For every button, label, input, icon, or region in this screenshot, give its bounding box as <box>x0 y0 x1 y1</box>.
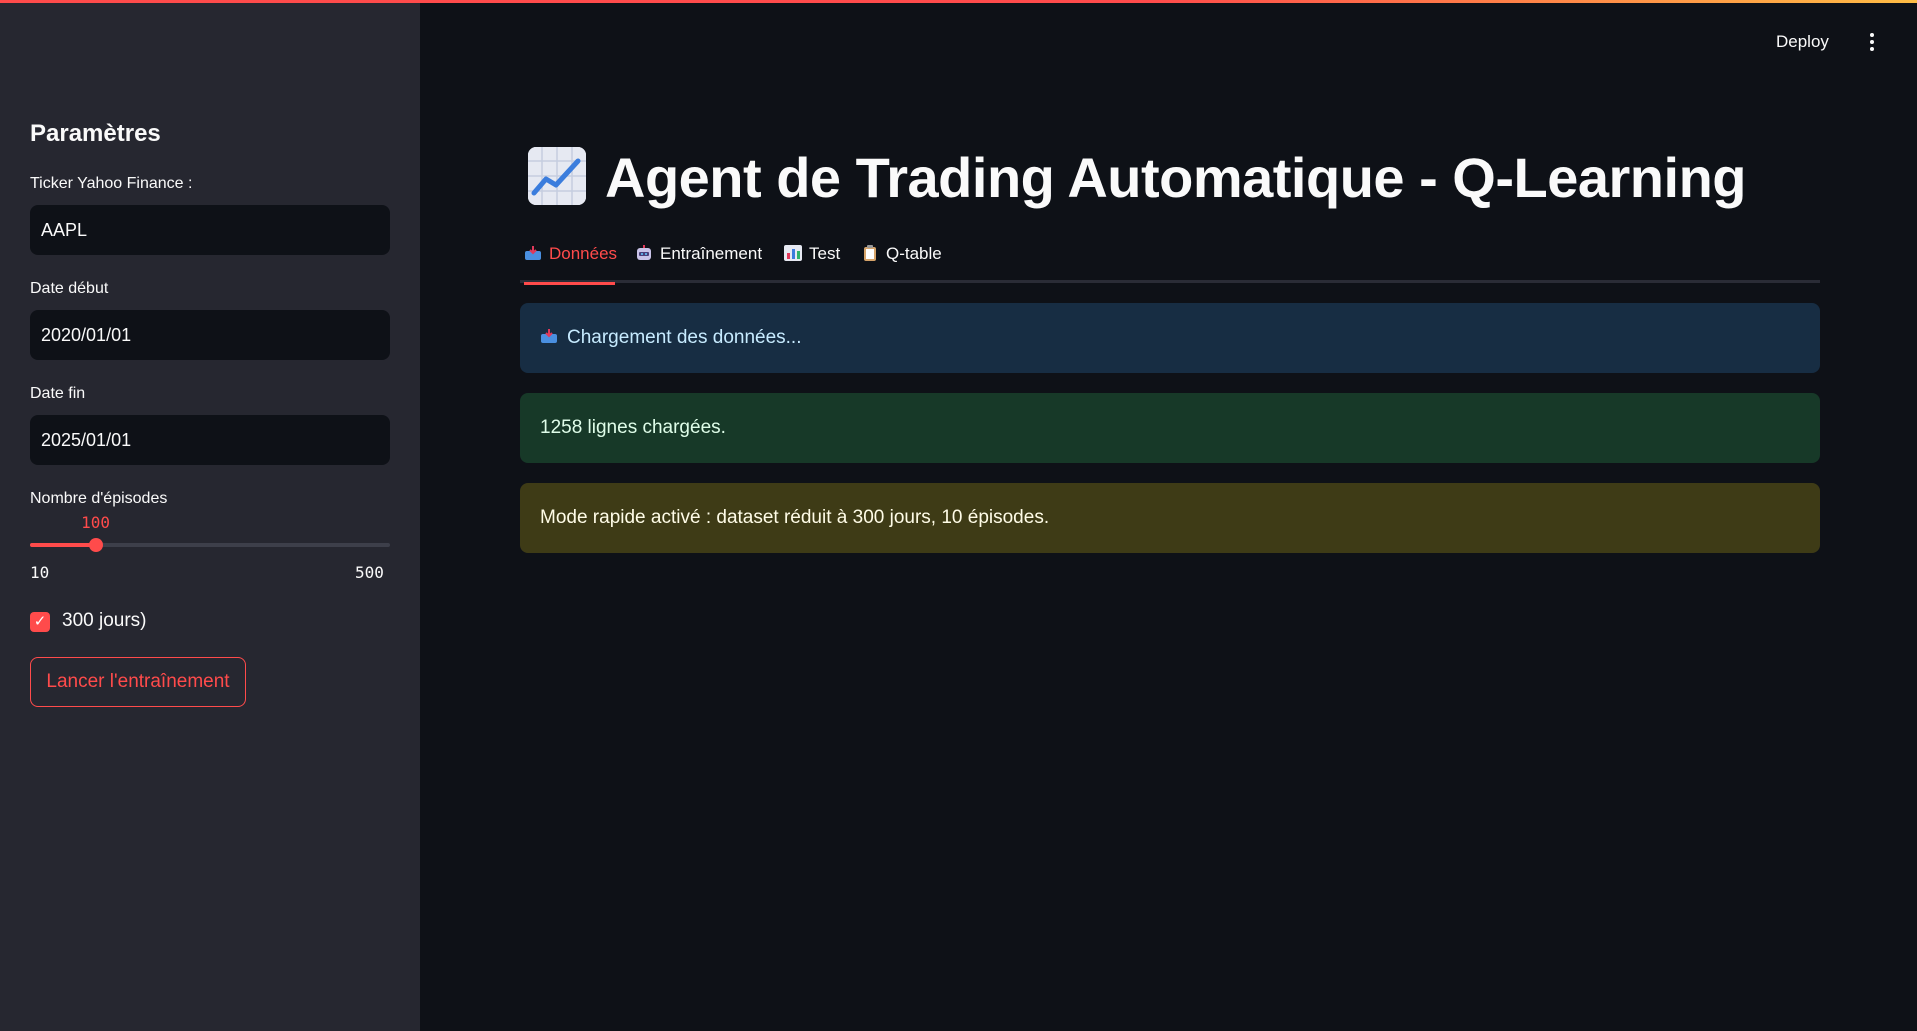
fast-mode-label: 300 jours) <box>62 610 147 631</box>
robot-icon <box>635 245 653 261</box>
sidebar: Paramètres Ticker Yahoo Finance : Date d… <box>0 0 420 1031</box>
tab-label: Données <box>549 244 618 263</box>
info-alert-text: Chargement des données... <box>567 327 802 348</box>
tab-label: Entraînement <box>660 244 763 263</box>
start-date-label: Date début <box>30 280 109 297</box>
info-alert: Chargement des données... <box>520 303 1820 373</box>
checkmark-icon: ✓ <box>33 613 47 630</box>
end-date-label: Date fin <box>30 385 86 402</box>
episodes-slider-track[interactable] <box>30 543 390 547</box>
train-button[interactable]: Lancer l'entraînement <box>30 657 246 707</box>
episodes-label: Nombre d'épisodes <box>30 490 168 507</box>
inbox-tray-icon <box>524 245 542 261</box>
tab-donnees[interactable]: Données <box>524 244 618 285</box>
ticker-input[interactable] <box>30 205 390 255</box>
clipboard-icon <box>861 245 879 261</box>
sidebar-title: Paramètres <box>30 120 161 147</box>
warning-alert-text: Mode rapide activé : dataset réduit à 30… <box>540 507 1050 528</box>
episodes-slider-fill <box>30 543 97 547</box>
tab-label: Test <box>809 244 841 263</box>
ticker-label: Ticker Yahoo Finance : <box>30 175 193 192</box>
active-tab-indicator <box>524 282 615 285</box>
episodes-slider-thumb[interactable] <box>89 538 104 552</box>
page-title: Agent de Trading Automatique - Q-Learnin… <box>605 146 1746 209</box>
bar-chart-icon <box>784 245 802 261</box>
tab-q-table[interactable]: Q-table <box>861 244 942 283</box>
start-date-input[interactable] <box>30 310 390 360</box>
more-vertical-icon[interactable] <box>1862 30 1882 58</box>
episodes-slider-min: 10 <box>30 563 50 582</box>
tab-test[interactable]: Test <box>784 244 840 283</box>
inbox-tray-icon <box>540 304 558 343</box>
success-alert: 1258 lignes chargées. <box>520 393 1820 463</box>
tab-entrainement[interactable]: Entraînement <box>635 244 762 283</box>
warning-alert: Mode rapide activé : dataset réduit à 30… <box>520 483 1820 553</box>
tab-label: Q-table <box>886 244 942 263</box>
end-date-input[interactable] <box>30 415 390 465</box>
episodes-slider-max: 500 <box>355 563 384 582</box>
fast-mode-checkbox[interactable]: ✓ <box>30 612 50 632</box>
chart-increasing-icon <box>528 147 586 205</box>
tab-bar: Données Entraînement Test Q-table <box>520 240 1820 285</box>
deploy-button[interactable]: Deploy <box>1776 32 1829 52</box>
success-alert-text: 1258 lignes chargées. <box>540 417 726 438</box>
top-decoration-bar <box>0 0 1917 3</box>
episodes-slider-value: 100 <box>81 513 111 532</box>
